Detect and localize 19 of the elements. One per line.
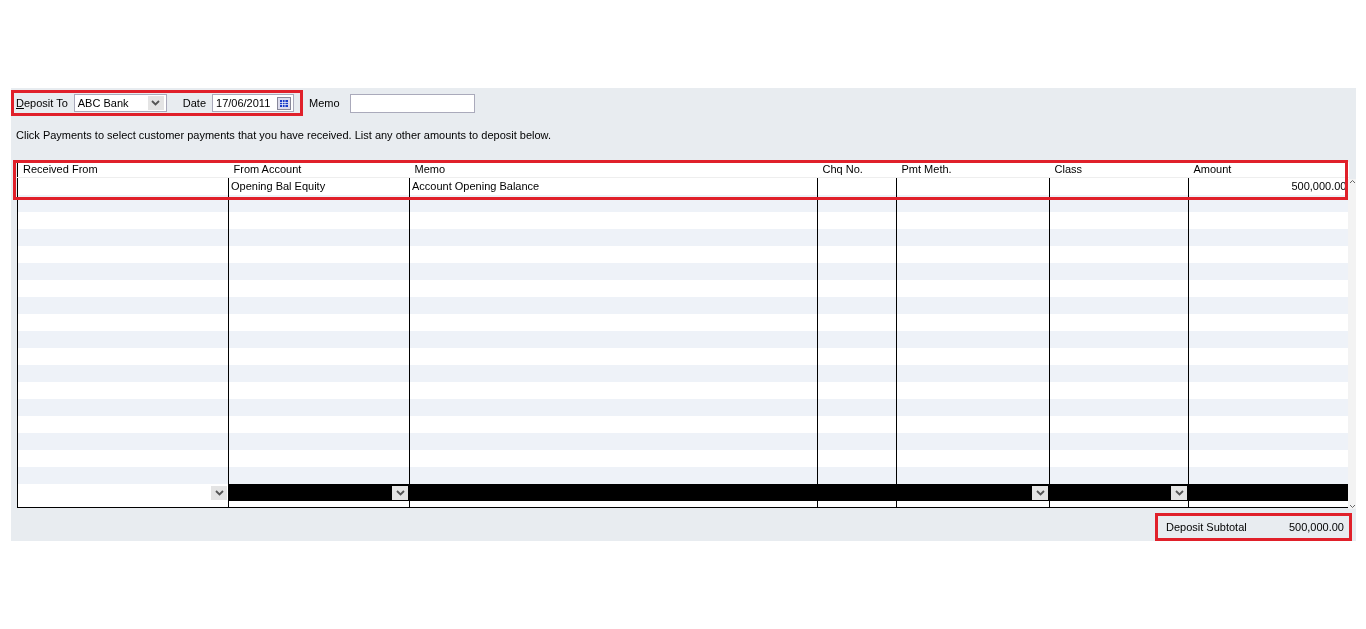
scroll-down-icon[interactable] <box>1348 504 1356 509</box>
edit-cell[interactable] <box>17 484 229 501</box>
calendar-icon[interactable] <box>277 96 292 110</box>
subtotal-label: Deposit Subtotal <box>1166 520 1247 533</box>
edit-cell[interactable] <box>228 484 410 501</box>
deposit-to-dropdown[interactable]: ABC Bank <box>73 94 167 112</box>
edit-cell[interactable] <box>896 484 1050 501</box>
edit-cell[interactable] <box>1049 484 1189 501</box>
scroll-up-icon[interactable] <box>1348 179 1356 184</box>
date-label: Date <box>182 97 207 109</box>
subtotal-value: 500,000.00 <box>1288 520 1344 533</box>
scrollbar[interactable] <box>1348 179 1356 509</box>
instruction-text: Click Payments to select customer payments that you have received. List any other amounts to deposit below. <box>16 129 552 143</box>
memo-field[interactable] <box>349 93 475 113</box>
date-field[interactable]: 17/06/2011 <box>212 94 295 112</box>
edit-cell[interactable] <box>1188 484 1349 501</box>
deposit-to-label: Deposit To <box>16 97 68 109</box>
edit-cell[interactable] <box>409 484 818 501</box>
memo-label: Memo <box>309 97 340 109</box>
